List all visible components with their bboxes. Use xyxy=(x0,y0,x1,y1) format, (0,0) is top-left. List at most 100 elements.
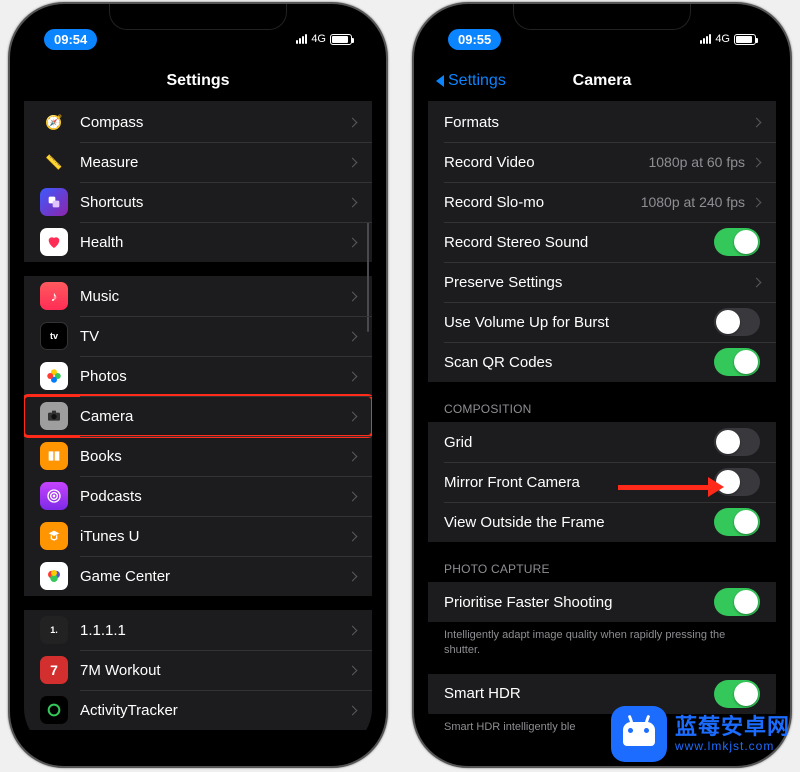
row-health[interactable]: Health xyxy=(24,222,372,262)
row-formats[interactable]: Formats xyxy=(428,102,776,142)
row-books[interactable]: Books xyxy=(24,436,372,476)
tv-icon: tv xyxy=(40,322,68,350)
chevron-right-icon xyxy=(348,625,358,635)
row-tv[interactable]: tv TV xyxy=(24,316,372,356)
toggle-smart-hdr[interactable] xyxy=(714,680,760,708)
row-label: Books xyxy=(80,448,349,465)
row-label: Smart HDR xyxy=(444,685,714,702)
notch xyxy=(109,4,287,30)
toggle-grid[interactable] xyxy=(714,428,760,456)
page-title: Camera xyxy=(573,72,632,90)
1111-icon: 1. xyxy=(40,616,68,644)
row-music[interactable]: ♪ Music xyxy=(24,276,372,316)
toggle-mirror-front-camera[interactable] xyxy=(714,468,760,496)
row-1111[interactable]: 1. 1.1.1.1 xyxy=(24,610,372,650)
row-prioritise-faster[interactable]: Prioritise Faster Shooting xyxy=(428,582,776,622)
row-label: Preserve Settings xyxy=(444,274,753,291)
chevron-right-icon xyxy=(752,277,762,287)
chevron-right-icon xyxy=(348,331,358,341)
watermark-url: www.lmkjst.com xyxy=(675,740,790,753)
row-label: Scan QR Codes xyxy=(444,354,714,371)
signal-icon xyxy=(296,34,307,44)
row-record-video[interactable]: Record Video 1080p at 60 fps xyxy=(428,142,776,182)
settings-group-utilities: 🧭 Compass 📏 Measure Shortcuts xyxy=(24,102,372,262)
toggle-view-outside[interactable] xyxy=(714,508,760,536)
phone-right: 09:55 4G Settings Camera Formats xyxy=(412,2,792,768)
row-label: Photos xyxy=(80,368,349,385)
chevron-right-icon xyxy=(348,451,358,461)
back-label: Settings xyxy=(448,72,506,90)
nav-bar: Settings Camera xyxy=(428,60,776,102)
row-label: Prioritise Faster Shooting xyxy=(444,594,714,611)
phone-left: 09:54 4G Settings 🧭 Compass xyxy=(8,2,388,768)
toggle-prioritise-faster[interactable] xyxy=(714,588,760,616)
row-label: Music xyxy=(80,288,349,305)
chevron-right-icon xyxy=(348,117,358,127)
chevron-right-icon xyxy=(348,291,358,301)
row-preserve-settings[interactable]: Preserve Settings xyxy=(428,262,776,302)
status-time: 09:54 xyxy=(44,29,97,50)
row-label: 1.1.1.1 xyxy=(80,622,349,639)
back-button[interactable]: Settings xyxy=(436,60,506,101)
row-label: Shortcuts xyxy=(80,194,349,211)
row-label: Game Center xyxy=(80,568,349,585)
row-compass[interactable]: 🧭 Compass xyxy=(24,102,372,142)
row-shortcuts[interactable]: Shortcuts xyxy=(24,182,372,222)
row-detail: 1080p at 240 fps xyxy=(641,194,745,210)
watermark-icon xyxy=(611,706,667,762)
footer-prioritise: Intelligently adapt image quality when r… xyxy=(428,622,776,660)
row-stereo-sound[interactable]: Record Stereo Sound xyxy=(428,222,776,262)
row-record-slomo[interactable]: Record Slo-mo 1080p at 240 fps xyxy=(428,182,776,222)
measure-icon: 📏 xyxy=(40,148,68,176)
row-measure[interactable]: 📏 Measure xyxy=(24,142,372,182)
row-label: Record Stereo Sound xyxy=(444,234,714,251)
row-photos[interactable]: Photos xyxy=(24,356,372,396)
camera-group-composition: Grid Mirror Front Camera View Outside th… xyxy=(428,422,776,542)
signal-icon xyxy=(700,34,711,44)
row-label: TV xyxy=(80,328,349,345)
content-right[interactable]: Formats Record Video 1080p at 60 fps Rec… xyxy=(428,102,776,752)
row-label: 7M Workout xyxy=(80,662,349,679)
page-title: Settings xyxy=(166,72,229,90)
row-volume-burst[interactable]: Use Volume Up for Burst xyxy=(428,302,776,342)
row-camera[interactable]: Camera xyxy=(24,396,372,436)
row-label: Record Slo-mo xyxy=(444,194,641,211)
toggle-scan-qr[interactable] xyxy=(714,348,760,376)
activity-icon xyxy=(40,696,68,724)
settings-group-thirdparty: 1. 1.1.1.1 7 7M Workout ActivityTracker xyxy=(24,610,372,730)
row-grid[interactable]: Grid xyxy=(428,422,776,462)
chevron-right-icon xyxy=(348,665,358,675)
nav-bar: Settings xyxy=(24,60,372,102)
row-7m[interactable]: 7 7M Workout xyxy=(24,650,372,690)
row-itunesu[interactable]: iTunes U xyxy=(24,516,372,556)
chevron-right-icon xyxy=(348,157,358,167)
gamecenter-icon xyxy=(40,562,68,590)
section-header-composition: COMPOSITION xyxy=(428,382,776,422)
photos-icon xyxy=(40,362,68,390)
screen-left: 09:54 4G Settings 🧭 Compass xyxy=(24,18,372,752)
podcasts-icon xyxy=(40,482,68,510)
row-label: Compass xyxy=(80,114,349,131)
toggle-stereo[interactable] xyxy=(714,228,760,256)
row-podcasts[interactable]: Podcasts xyxy=(24,476,372,516)
status-right-cluster: 4G xyxy=(700,33,756,45)
row-view-outside-frame[interactable]: View Outside the Frame xyxy=(428,502,776,542)
battery-icon xyxy=(330,34,352,45)
status-time: 09:55 xyxy=(448,29,501,50)
camera-group-main: Formats Record Video 1080p at 60 fps Rec… xyxy=(428,102,776,382)
row-activitytracker[interactable]: ActivityTracker xyxy=(24,690,372,730)
row-label: Podcasts xyxy=(80,488,349,505)
network-label: 4G xyxy=(715,33,730,45)
row-label: Use Volume Up for Burst xyxy=(444,314,714,331)
row-scan-qr[interactable]: Scan QR Codes xyxy=(428,342,776,382)
content-left[interactable]: 🧭 Compass 📏 Measure Shortcuts xyxy=(24,102,372,752)
toggle-volume-burst[interactable] xyxy=(714,308,760,336)
health-icon xyxy=(40,228,68,256)
row-label: Measure xyxy=(80,154,349,171)
row-gamecenter[interactable]: Game Center xyxy=(24,556,372,596)
network-label: 4G xyxy=(311,33,326,45)
chevron-right-icon xyxy=(348,531,358,541)
row-mirror-front-camera[interactable]: Mirror Front Camera xyxy=(428,462,776,502)
screen-right: 09:55 4G Settings Camera Formats xyxy=(428,18,776,752)
row-label: Record Video xyxy=(444,154,648,171)
